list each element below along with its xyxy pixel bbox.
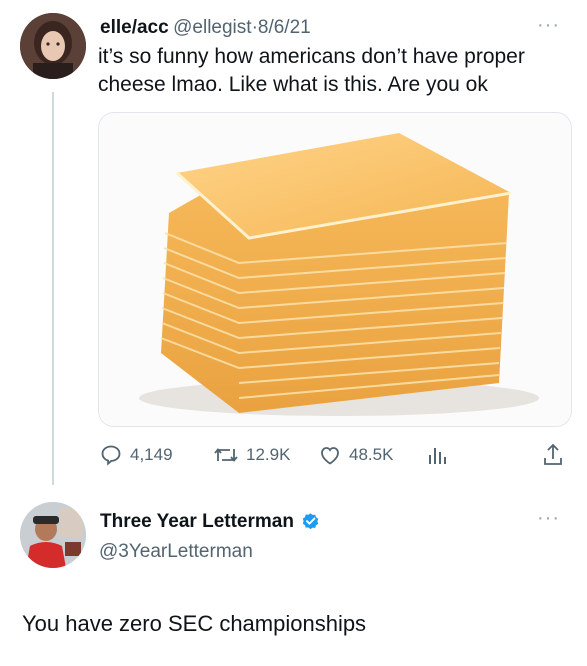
share-icon xyxy=(544,443,562,465)
verified-badge-icon xyxy=(302,512,319,529)
reply-header: Three Year Letterman xyxy=(100,511,321,533)
tweet-author-avatar[interactable] xyxy=(20,13,86,79)
share-action[interactable] xyxy=(541,442,565,473)
reply-author-name[interactable]: Three Year Letterman xyxy=(100,511,294,533)
reply-author-handle[interactable]: @3YearLetterman xyxy=(99,541,253,563)
like-count: 48.5K xyxy=(349,445,394,464)
avatar-portrait xyxy=(20,13,86,79)
retweet-action[interactable]: 12.9K xyxy=(213,443,290,467)
tweet-date[interactable]: 8/6/21 xyxy=(258,17,311,38)
thread-connector-line xyxy=(52,92,54,485)
like-icon xyxy=(321,447,339,465)
views-action[interactable] xyxy=(425,443,449,472)
cheese-slices-image xyxy=(99,113,571,426)
reply-count: 4,149 xyxy=(130,445,173,464)
reply-author-avatar[interactable] xyxy=(20,502,86,568)
views-icon xyxy=(429,448,446,464)
like-action[interactable]: 48.5K xyxy=(318,443,393,467)
reply-more-button[interactable]: ··· xyxy=(537,507,560,530)
avatar-portrait xyxy=(20,502,86,568)
tweet-more-button[interactable]: ··· xyxy=(537,14,560,37)
tweet-author-handle[interactable]: @ellegist xyxy=(173,17,251,38)
reply-action[interactable]: 4,149 xyxy=(99,443,173,467)
tweet-text-line-2: cheese lmao. Like what is this. Are you … xyxy=(98,73,488,96)
tweet-media-image[interactable] xyxy=(98,112,572,427)
retweet-icon xyxy=(214,448,238,462)
tweet-header: elle/acc @ellegist·8/6/21 xyxy=(100,17,311,39)
reply-icon xyxy=(101,445,121,466)
retweet-count: 12.9K xyxy=(246,445,291,464)
tweet-text: it’s so funny how americans don’t have p… xyxy=(98,43,578,99)
tweet-text-line-1: it’s so funny how americans don’t have p… xyxy=(98,45,525,68)
reply-text: You have zero SEC championships xyxy=(22,611,367,636)
tweet-author-name[interactable]: elle/acc xyxy=(100,17,169,38)
